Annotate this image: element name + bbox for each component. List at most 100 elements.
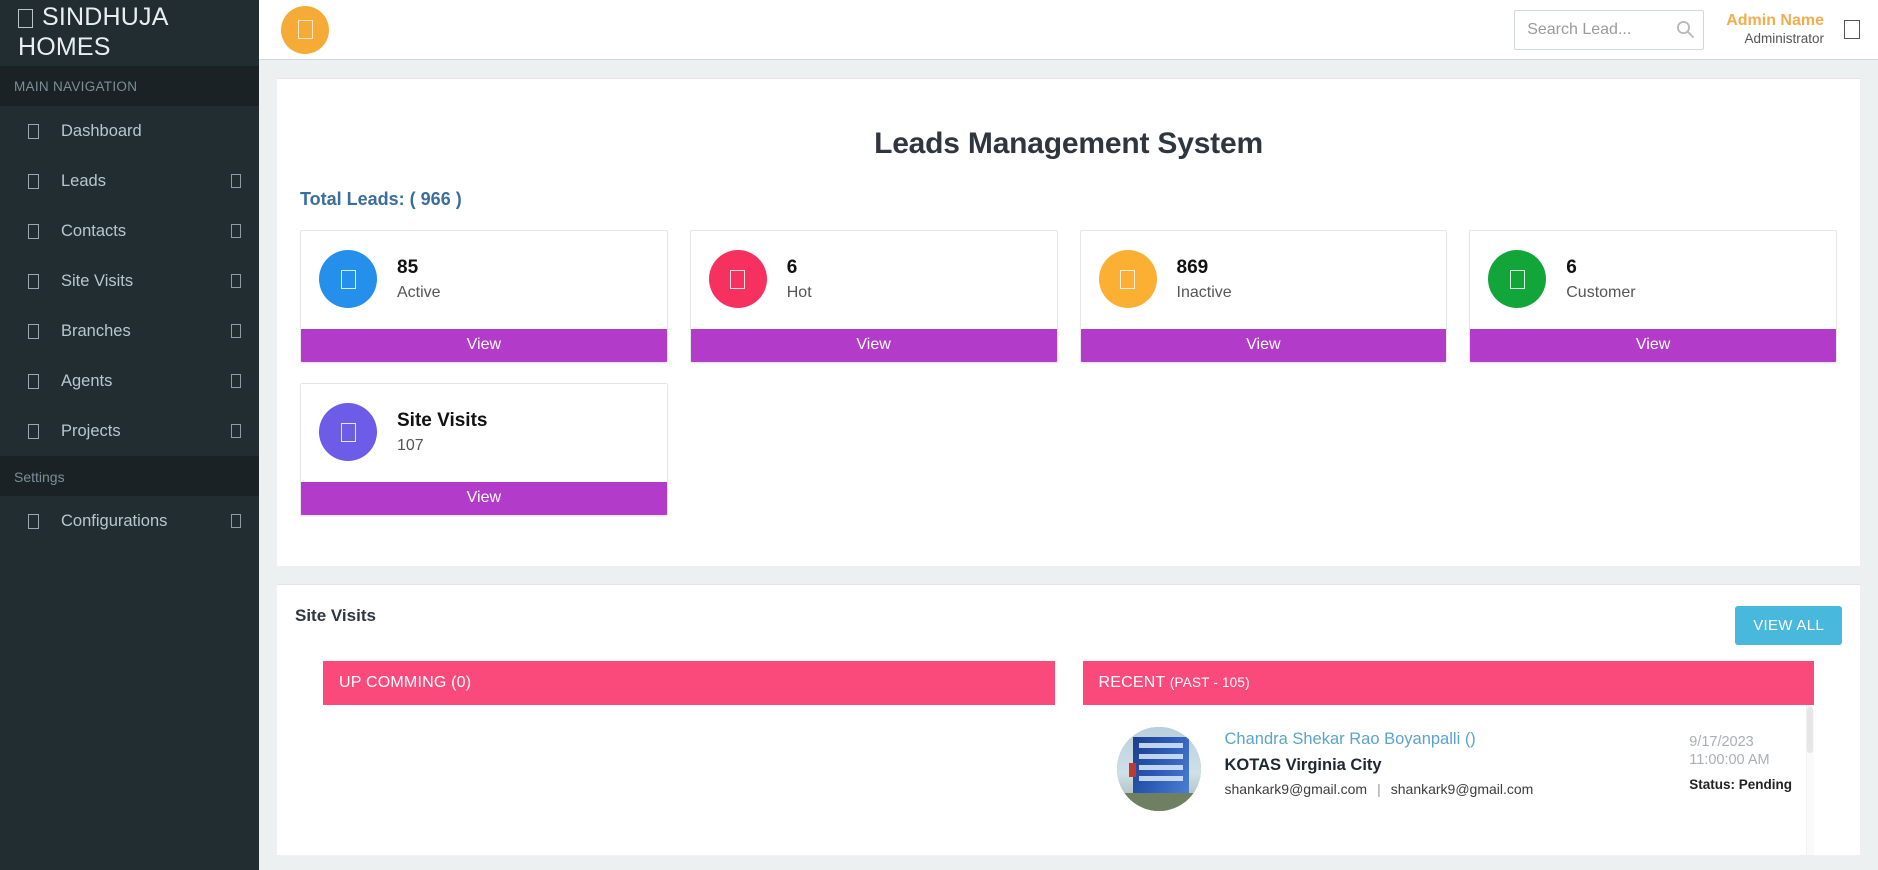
app-root: SINDHUJA HOMES MAIN NAVIGATION Dashboard… xyxy=(0,0,1878,870)
menu-toggle-button[interactable] xyxy=(281,5,329,54)
visit-details: Chandra Shekar Rao Boyanpalli () KOTAS V… xyxy=(1225,727,1672,802)
sidebar-item-label: Leads xyxy=(61,171,106,190)
chevron-down-icon xyxy=(231,424,241,438)
upcoming-visits-column: UP COMMING (0) xyxy=(309,661,1069,855)
site-visits-header: Site Visits VIEW ALL xyxy=(295,603,1842,661)
stat-card-inactive: 869 Inactive View xyxy=(1069,230,1459,383)
recent-visits-list: Chandra Shekar Rao Boyanpalli () KOTAS V… xyxy=(1083,705,1815,855)
search-container xyxy=(1514,9,1705,50)
stat-label: Customer xyxy=(1566,284,1636,302)
user-tie-icon xyxy=(1488,250,1547,308)
stat-label: Hot xyxy=(786,284,812,302)
stat-value: 85 xyxy=(397,256,419,278)
total-leads-label: Total Leads: ( 966 ) xyxy=(300,189,462,209)
sidebar-item-leads[interactable]: Leads xyxy=(0,156,259,206)
upcoming-visits-header: UP COMMING (0) xyxy=(323,661,1055,705)
page-title: Leads Management System xyxy=(874,127,1263,160)
topbar: Admin Name Administrator xyxy=(259,0,1878,60)
sidebar-item-contacts[interactable]: Contacts xyxy=(0,206,259,256)
view-button[interactable]: View xyxy=(1470,329,1836,362)
dashboard-icon xyxy=(28,123,39,139)
chevron-down-icon xyxy=(231,224,241,238)
view-all-button[interactable]: VIEW ALL xyxy=(1735,606,1842,645)
hamburger-icon xyxy=(297,20,313,39)
user-menu[interactable]: Admin Name Administrator xyxy=(1726,11,1824,48)
stat-value: 869 xyxy=(1176,256,1209,278)
view-button[interactable]: View xyxy=(1080,329,1447,362)
scrollbar-thumb[interactable] xyxy=(1807,707,1813,753)
users-icon xyxy=(28,173,39,189)
recent-visits-title: RECENT xyxy=(1098,674,1166,691)
status-badge: Status: Pending xyxy=(1689,777,1792,793)
main-region: Admin Name Administrator Leads Managemen… xyxy=(259,0,1878,870)
stat-cards-row: 85 Active View 6 Hot View 869 Inactive V… xyxy=(277,230,1860,536)
stat-title: Site Visits xyxy=(397,409,488,431)
sidebar-item-configurations[interactable]: Configurations xyxy=(0,496,259,546)
sidebar-nav-list: Dashboard Leads Contacts Site Visits Bra… xyxy=(0,106,259,456)
recent-visits-count: (PAST - 105) xyxy=(1169,675,1250,690)
visit-contact-emails: shankark9@gmail.com | shankark9@gmail.com xyxy=(1225,778,1672,802)
visit-person-name[interactable]: Chandra Shekar Rao Boyanpalli () xyxy=(1225,727,1672,752)
visit-time: 11:00:00 AM xyxy=(1689,752,1770,769)
search-icon[interactable] xyxy=(1675,19,1697,41)
chevron-down-icon xyxy=(231,324,241,338)
visit-project-name: KOTAS Virginia City xyxy=(1224,755,1382,774)
projects-icon xyxy=(28,423,39,439)
building-photo xyxy=(1116,727,1201,811)
sidebar-item-label: Agents xyxy=(61,371,113,390)
stat-value: 107 xyxy=(397,437,424,455)
sidebar-item-projects[interactable]: Projects xyxy=(0,406,259,456)
user-slash-icon xyxy=(1098,250,1157,308)
user-check-icon xyxy=(319,250,377,308)
stat-card-body: Site Visits 107 xyxy=(301,384,667,482)
site-visits-columns: UP COMMING (0) RECENT (PAST - 105) Chand… xyxy=(295,661,1842,855)
recent-visits-scrollbar[interactable] xyxy=(1806,705,1814,855)
stat-label: Inactive xyxy=(1176,284,1232,302)
upcoming-visits-title: UP COMMING xyxy=(339,674,447,691)
stat-value: 6 xyxy=(1566,256,1577,278)
stat-card-active: 85 Active View xyxy=(289,230,679,383)
sidebar-item-branches[interactable]: Branches xyxy=(0,306,259,356)
sidebar: SINDHUJA HOMES MAIN NAVIGATION Dashboard… xyxy=(0,0,259,870)
chevron-down-icon xyxy=(231,174,241,188)
upcoming-visits-count: (0) xyxy=(451,674,472,691)
separator: | xyxy=(1377,781,1381,798)
chevron-down-icon[interactable] xyxy=(1844,20,1860,39)
sidebar-logo[interactable]: SINDHUJA HOMES xyxy=(0,0,259,66)
visit-email-secondary: shankark9@gmail.com xyxy=(1390,781,1534,798)
list-item[interactable]: Chandra Shekar Rao Boyanpalli () KOTAS V… xyxy=(1083,705,1815,821)
map-marker-icon xyxy=(319,403,377,461)
sidebar-nav-header: MAIN NAVIGATION xyxy=(0,66,259,106)
sidebar-item-dashboard[interactable]: Dashboard xyxy=(0,106,259,156)
upcoming-visits-list xyxy=(323,705,1055,855)
fire-icon xyxy=(708,250,767,308)
stat-card-body: 6 Customer xyxy=(1470,231,1836,329)
calendar-icon xyxy=(28,273,39,289)
site-visits-title: Site Visits xyxy=(295,606,376,625)
stat-card-body: 869 Inactive xyxy=(1081,231,1447,329)
view-button[interactable]: View xyxy=(690,329,1057,362)
user-name: Admin Name xyxy=(1726,12,1824,30)
visit-email-primary: shankark9@gmail.com xyxy=(1224,781,1368,798)
stat-card-site-visits: Site Visits 107 View xyxy=(289,383,679,536)
stat-card-customer: 6 Customer View xyxy=(1458,230,1848,383)
sidebar-logo-label: SINDHUJA HOMES xyxy=(18,3,175,61)
visit-meta: 9/17/2023 11:00:00 AM Status: Pending xyxy=(1671,727,1792,792)
contacts-icon xyxy=(28,223,39,239)
stat-card-body: 6 Hot xyxy=(691,231,1057,329)
stat-card-body: 85 Active xyxy=(301,231,667,329)
user-role: Administrator xyxy=(1744,31,1824,47)
view-button[interactable]: View xyxy=(301,329,667,362)
sidebar-logo-text: SINDHUJA HOMES xyxy=(18,2,259,62)
view-button[interactable]: View xyxy=(301,482,667,515)
sidebar-item-site-visits[interactable]: Site Visits xyxy=(0,256,259,306)
stat-label: Active xyxy=(397,284,441,302)
chevron-down-icon xyxy=(231,374,241,388)
chevron-down-icon xyxy=(231,274,241,288)
gear-icon xyxy=(28,513,39,529)
sidebar-settings-list: Configurations xyxy=(0,496,259,546)
recent-visits-column: RECENT (PAST - 105) Chandra Shekar Rao B… xyxy=(1069,661,1829,855)
sidebar-item-agents[interactable]: Agents xyxy=(0,356,259,406)
recent-visits-header: RECENT (PAST - 105) xyxy=(1082,661,1814,705)
stat-value: 6 xyxy=(786,256,798,278)
